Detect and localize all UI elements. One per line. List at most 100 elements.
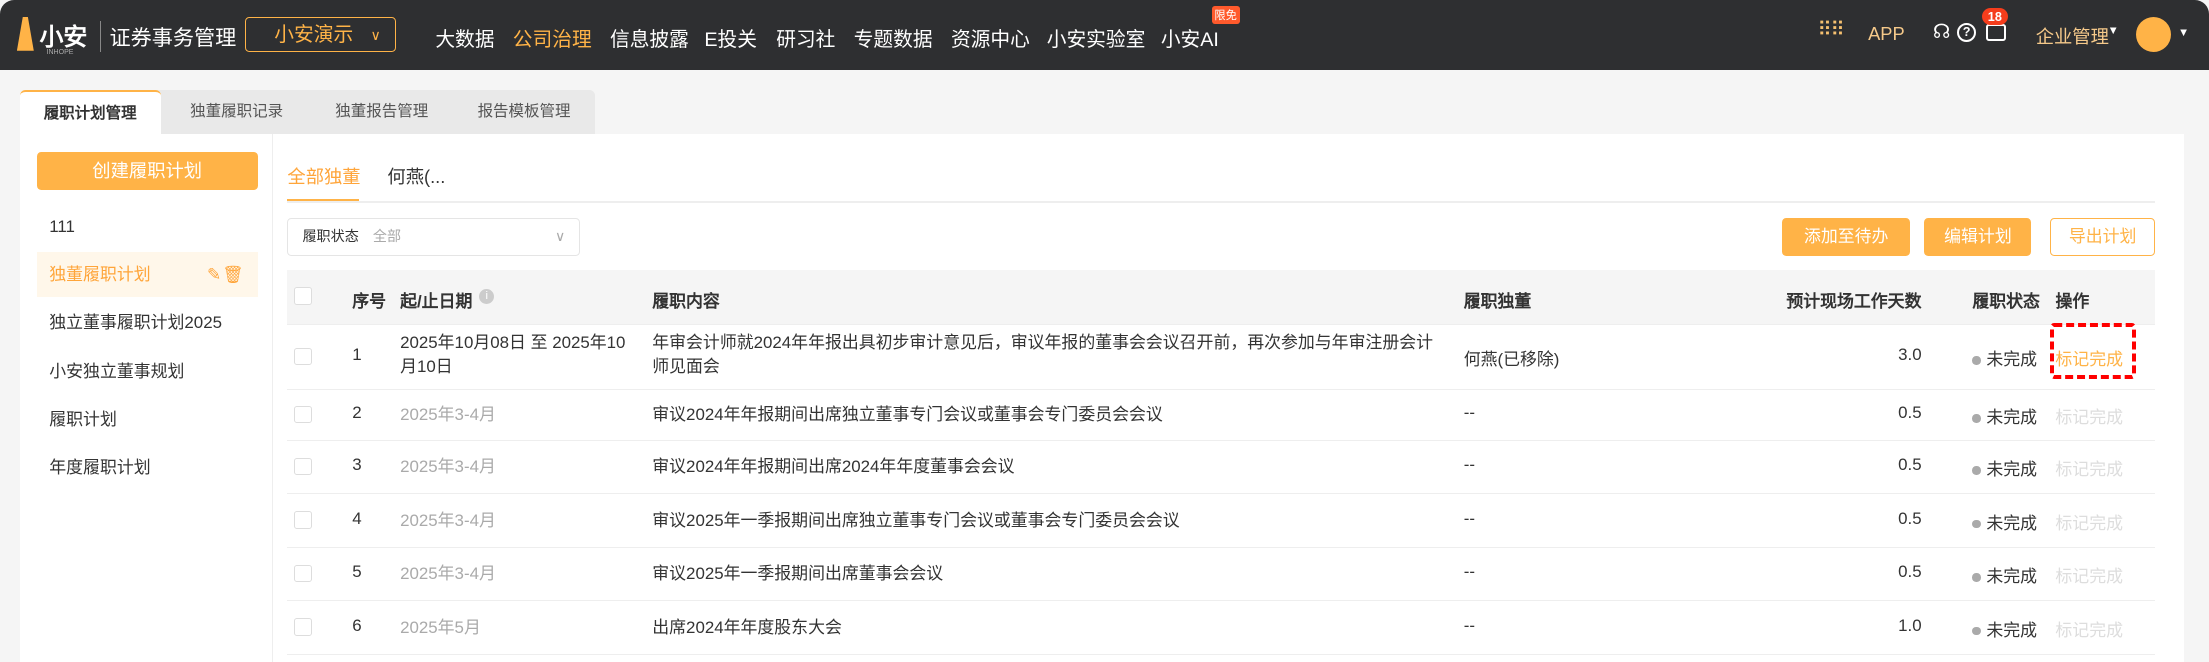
row-checkbox[interactable]: [294, 564, 312, 583]
status-dot-icon: [1972, 414, 1981, 423]
avatar[interactable]: [2135, 16, 2171, 53]
row-checkbox[interactable]: [294, 405, 312, 424]
nav-big-data[interactable]: 大数据: [435, 23, 494, 52]
status-dot-icon: [1972, 626, 1981, 636]
app-link[interactable]: APP: [1868, 23, 1905, 45]
mark-complete-link[interactable]: 标记完成: [2055, 509, 2123, 534]
sidebar-item-label: 独董履职计划: [49, 265, 151, 285]
company-select[interactable]: 小安演示 ∨: [245, 16, 396, 53]
sidebar-item[interactable]: 年度履职计划: [37, 445, 258, 490]
row-days: 0.5: [1898, 402, 1922, 422]
row-director: --: [1463, 562, 1475, 582]
help-icon[interactable]: ?: [1956, 22, 1977, 43]
chevron-down-icon: ∨: [555, 228, 566, 245]
table-row: 4 2025年3-4月 审议2025年一季报期间出席独立董事专门会议或董事会专门委员…: [287, 493, 2156, 548]
table-row: 5 2025年3-4月 审议2025年一季报期间出席董事会会议 -- 0.5 未完成 标记完…: [287, 547, 2156, 602]
subtab-director[interactable]: 何燕(...: [387, 163, 445, 189]
row-days: 0.5: [1898, 508, 1922, 528]
edit-plan-button[interactable]: 编辑计划: [1924, 218, 2032, 257]
tab-records[interactable]: 独董履职记录: [190, 90, 283, 134]
header-action: 操作: [2055, 292, 2090, 312]
nav-resources[interactable]: 资源中心: [951, 23, 1030, 52]
filter-label: 履职状态: [302, 228, 359, 245]
header-status: 履职状态: [1972, 292, 2040, 312]
row-checkbox[interactable]: [294, 511, 312, 529]
row-days: 0.5: [1898, 455, 1922, 475]
row-date: 2025年3-4月: [400, 564, 496, 584]
table-row: 2 2025年3-4月 审议2024年年报期间出席独立董事专门会议或董事会专门委员会…: [287, 389, 2156, 441]
notification-badge: 18: [1982, 8, 2008, 26]
export-plan-button[interactable]: 导出计划: [2049, 218, 2156, 257]
highlight-box: [2049, 322, 2136, 379]
row-content: 出席2024年年度股东大会: [652, 617, 842, 637]
subtab-all[interactable]: 全部独董: [287, 163, 360, 189]
row-director: --: [1463, 402, 1475, 422]
mark-complete-link[interactable]: 标记完成: [2055, 616, 2123, 641]
nav-academy[interactable]: 研习社: [776, 23, 835, 52]
free-badge: 限免: [1211, 5, 1240, 25]
tab-reports[interactable]: 独董报告管理: [335, 90, 428, 134]
logo-sub: INHOPE: [46, 49, 74, 57]
nav-disclosure[interactable]: 信息披露: [610, 23, 689, 52]
edit-icon[interactable]: ✎: [207, 252, 221, 297]
status-dot-icon: [1972, 519, 1981, 529]
headset-icon[interactable]: ☊: [1933, 20, 1951, 44]
row-no: 4: [352, 508, 362, 528]
message-icon[interactable]: [1986, 23, 2006, 41]
create-plan-button[interactable]: 创建履职计划: [36, 152, 258, 191]
row-date: 2025年3-4月: [400, 457, 496, 477]
row-days: 0.5: [1898, 562, 1922, 582]
table-row: 3 2025年3-4月 审议2024年年报期间出席2024年年度董事会会议 -- 0.5…: [287, 440, 2156, 495]
row-content: 年审会计师就2024年年报出具初步审计意见后，审议年报的董事会会议召开前，再次参…: [652, 333, 1434, 376]
row-status: 未完成: [1986, 513, 2038, 533]
tab-plan-management[interactable]: 履职计划管理: [19, 90, 161, 134]
header-no: 序号: [352, 292, 386, 312]
add-todo-button[interactable]: 添加至待办: [1782, 218, 1911, 257]
nav-ai[interactable]: 小安AI: [1161, 23, 1219, 52]
header-date: 起/止日期: [400, 292, 473, 312]
row-status: 未完成: [1986, 350, 2038, 370]
sidebar-item[interactable]: 111: [37, 204, 258, 249]
mark-complete-link[interactable]: 标记完成: [2055, 403, 2123, 428]
row-checkbox[interactable]: [294, 618, 312, 636]
row-no: 3: [352, 455, 362, 475]
row-days: 1.0: [1898, 615, 1922, 635]
nav-lab[interactable]: 小安实验室: [1047, 23, 1146, 52]
nav-governance[interactable]: 公司治理: [513, 23, 592, 52]
sidebar-item[interactable]: 履职计划: [37, 397, 258, 442]
row-date: 2025年10月08日 至 2025年10月10日: [400, 333, 626, 376]
row-director: 何燕(已移除): [1463, 350, 1560, 370]
company-select-value: 小安演示: [274, 23, 354, 46]
sidebar-item[interactable]: 小安独立董事规划: [37, 349, 258, 394]
row-date: 2025年5月: [400, 617, 481, 637]
enterprise-menu[interactable]: 企业管理: [2036, 23, 2109, 49]
row-status: 未完成: [1986, 407, 2038, 427]
nav-eir[interactable]: E投关: [704, 23, 757, 52]
mark-complete-link[interactable]: 标记完成: [2055, 455, 2123, 480]
row-director: --: [1463, 615, 1475, 635]
status-filter[interactable]: 履职状态 全部 ∨: [287, 218, 581, 257]
sidebar-item-active[interactable]: 独董履职计划 ✎ 🗑: [36, 252, 258, 298]
row-checkbox[interactable]: [294, 347, 312, 366]
tab-templates[interactable]: 报告模板管理: [478, 90, 571, 134]
chevron-down-icon: ∨: [370, 26, 381, 43]
mark-complete-link[interactable]: 标记完成: [2055, 562, 2123, 587]
apps-grid-icon[interactable]: ⠿⠿: [1817, 18, 1844, 42]
row-checkbox[interactable]: [294, 457, 312, 476]
row-status: 未完成: [1986, 567, 2038, 587]
row-director: --: [1463, 508, 1475, 528]
row-content: 审议2024年年报期间出席独立董事专门会议或董事会专门委员会会议: [652, 404, 1163, 424]
table-row: 6 2025年5月 出席2024年年度股东大会 -- 1.0 未完成 标记完成: [287, 600, 2156, 655]
nav-topic-data[interactable]: 专题数据: [854, 23, 933, 52]
trash-icon[interactable]: 🗑: [222, 252, 243, 297]
divider: [287, 201, 2156, 203]
page-tabs: 履职计划管理 独董履职记录 独董报告管理 报告模板管理: [19, 90, 595, 134]
table-row: 1 2025年10月08日 至 2025年10月10日 年审会计师就2024年年报出…: [287, 324, 2156, 390]
top-bar: 小安 INHOPE 证券事务管理 小安演示 ∨ 大数据 公司治理 信息披露 E投关…: [0, 0, 2209, 71]
select-all-checkbox[interactable]: [294, 287, 312, 305]
logo-icon: [16, 16, 34, 51]
sidebar-item[interactable]: 独立董事履职计划2025: [37, 300, 258, 345]
row-content: 审议2025年一季报期间出席独立董事专门会议或董事会专门委员会会议: [652, 510, 1180, 530]
caret-down-icon[interactable]: ▼: [2178, 27, 2189, 39]
app-title: 证券事务管理: [100, 21, 236, 53]
